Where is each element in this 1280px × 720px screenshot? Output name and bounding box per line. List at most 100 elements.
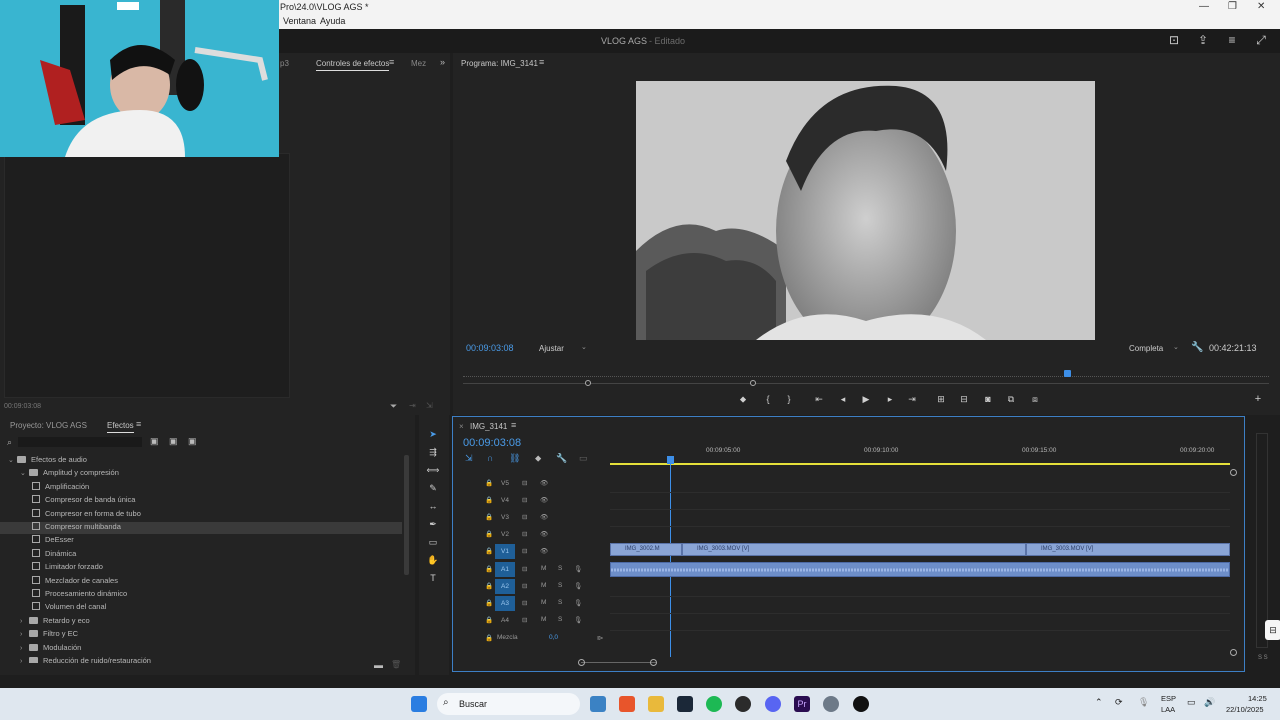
zoom-bar[interactable] (463, 383, 1269, 384)
pen-tool-icon[interactable]: ✒ (426, 519, 440, 530)
program-playhead[interactable] (1064, 370, 1071, 377)
network-icon[interactable]: ▭ (1187, 697, 1196, 708)
spotify-icon[interactable] (706, 696, 722, 712)
language-label[interactable]: ESP (1161, 694, 1176, 703)
effects-search-input[interactable] (18, 437, 142, 447)
program-ruler[interactable] (463, 375, 1269, 377)
effects-folder[interactable]: › Reducción de ruido/restauración (0, 656, 402, 663)
effect-item[interactable]: Compresor multibanda (0, 522, 402, 534)
rectangle-tool-icon[interactable]: ▭ (426, 537, 440, 548)
lock-icon[interactable]: 🔒 (485, 479, 493, 487)
lock-icon[interactable]: 🔒 (485, 513, 493, 521)
eye-icon[interactable]: 👁 (540, 530, 548, 538)
close-button[interactable]: ✕ (1257, 1, 1265, 12)
program-timecode[interactable]: 00:09:03:08 (466, 343, 514, 353)
effect-item[interactable]: Mezclador de canales (0, 575, 402, 588)
discord-icon[interactable] (765, 696, 781, 712)
sync-lock-icon[interactable]: ⊟ (522, 530, 527, 538)
effect-item[interactable]: Compresor en forma de tubo (0, 508, 402, 521)
share-icon[interactable]: ⇪ (1196, 34, 1210, 46)
yuv-effects-icon[interactable]: ▣ (188, 436, 197, 447)
voiceover-icon[interactable]: 🎙 (574, 565, 582, 573)
mute-button[interactable]: M (541, 582, 546, 589)
mix-value[interactable]: 0,0 (549, 634, 558, 641)
step-back-icon[interactable]: ◂ (836, 394, 850, 405)
chevron-right-icon[interactable]: › (20, 658, 29, 663)
timeline-playhead-handle[interactable] (667, 456, 674, 464)
maximize-button[interactable]: ❐ (1228, 1, 1237, 12)
export-icon[interactable]: ⇥ (409, 401, 416, 410)
menu-ventana[interactable]: Ventana (283, 16, 316, 26)
tab-mixer[interactable]: Mez (411, 59, 426, 68)
voiceover-icon[interactable]: 🎙 (574, 599, 582, 607)
tab-effects[interactable]: Efectos (107, 421, 134, 433)
menu-ayuda[interactable]: Ayuda (320, 16, 345, 26)
track-label[interactable]: V3 (495, 510, 515, 525)
effect-item[interactable]: Procesamiento dinámico (0, 589, 402, 601)
lock-icon[interactable]: 🔒 (485, 599, 493, 607)
prev-tab-fragment[interactable]: p3 (280, 59, 289, 68)
go-to-in-icon[interactable]: ⇤ (812, 394, 826, 405)
language-sub-label[interactable]: LAA (1161, 705, 1175, 714)
brave-icon[interactable] (619, 696, 635, 712)
track-select-tool-icon[interactable]: ⇶ (426, 447, 440, 458)
effects-folder[interactable]: › Retardo y eco (0, 616, 402, 628)
microphone-icon[interactable]: 🎙 (1138, 697, 1149, 708)
overwrite-icon[interactable]: ⧈ (1028, 394, 1042, 405)
chat-icon[interactable]: ⊟ (1265, 620, 1280, 640)
type-tool-icon[interactable]: T (426, 573, 440, 583)
tab-menu-icon[interactable]: ≡ (389, 57, 394, 67)
sync-lock-icon[interactable]: ⊟ (522, 616, 527, 624)
fit-select[interactable]: Ajustar (539, 344, 564, 353)
voiceover-icon[interactable]: 🎙 (574, 582, 582, 590)
add-marker-icon[interactable]: ⬥ (736, 394, 750, 405)
lock-icon[interactable]: 🔒 (485, 496, 493, 504)
close-sequence-icon[interactable]: × (459, 422, 464, 431)
minimize-button[interactable]: — (1199, 1, 1209, 12)
track-label[interactable]: A4 (495, 613, 515, 628)
selection-tool-icon[interactable]: ➤ (426, 429, 440, 440)
delete-icon[interactable]: 🗑 (391, 660, 401, 669)
track-label[interactable]: A1 (495, 562, 515, 577)
effect-item[interactable]: Compresor de banda única (0, 495, 402, 507)
menu-icon[interactable]: ≡ (1225, 34, 1239, 46)
quality-chevron-icon[interactable]: ⌄ (1173, 343, 1179, 351)
fullscreen-icon[interactable]: ⤢ (1254, 34, 1268, 46)
chevron-down-icon[interactable]: ⌄ (20, 469, 29, 477)
sequence-menu-icon[interactable]: ≡ (511, 420, 516, 430)
settings-icon[interactable] (823, 696, 839, 712)
step-forward-icon[interactable]: ▸ (883, 394, 897, 405)
fit-chevron-icon[interactable]: ⌄ (581, 343, 587, 351)
file-explorer-icon[interactable] (648, 696, 664, 712)
mute-button[interactable]: M (541, 616, 546, 623)
lock-icon[interactable]: 🔒 (485, 582, 493, 590)
video-clip[interactable]: IMG_3003.MOV [V] (1026, 543, 1230, 556)
video-clip[interactable]: IMG_3003.MOV [V] (682, 543, 1026, 556)
timeline-timecode[interactable]: 00:09:03:08 (463, 437, 521, 449)
sync-lock-icon[interactable]: ⊟ (522, 599, 527, 607)
extract-icon[interactable]: ⊟ (957, 394, 971, 405)
tab-project[interactable]: Proyecto: VLOG AGS (10, 421, 87, 430)
effects-folder[interactable]: › Filtro y EC (0, 629, 402, 641)
track-label[interactable]: V4 (495, 493, 515, 508)
steam-icon[interactable] (677, 696, 693, 712)
effects-folder[interactable]: › Modulación (0, 643, 402, 655)
taskbar-search[interactable]: ⌕ Buscar (437, 693, 580, 715)
track-label[interactable]: V2 (495, 527, 515, 542)
solo-button[interactable]: S (558, 616, 562, 623)
snap-icon[interactable]: ∩ (487, 453, 493, 463)
filter-icon[interactable]: ⏷ (390, 401, 397, 412)
quality-select[interactable]: Completa (1129, 344, 1163, 353)
start-icon[interactable] (411, 696, 427, 712)
timeline-zoom-right[interactable] (650, 659, 657, 666)
work-area-bar[interactable] (610, 463, 1230, 465)
zoom-handle-right[interactable] (750, 380, 756, 386)
track-label[interactable]: V5 (495, 476, 515, 491)
chevron-right-icon[interactable]: › (20, 631, 29, 638)
timeline-vscroll-handle[interactable] (1230, 649, 1237, 656)
track-area[interactable]: IMG_3002.M IMG_3003.MOV [V] IMG_3003.MOV… (610, 476, 1230, 646)
razor-tool-icon[interactable]: ✎ (426, 483, 440, 494)
linked-selection-icon[interactable]: ⛓ (509, 453, 520, 464)
sync-lock-icon[interactable]: ⊟ (522, 496, 527, 504)
mute-button[interactable]: M (541, 599, 546, 606)
